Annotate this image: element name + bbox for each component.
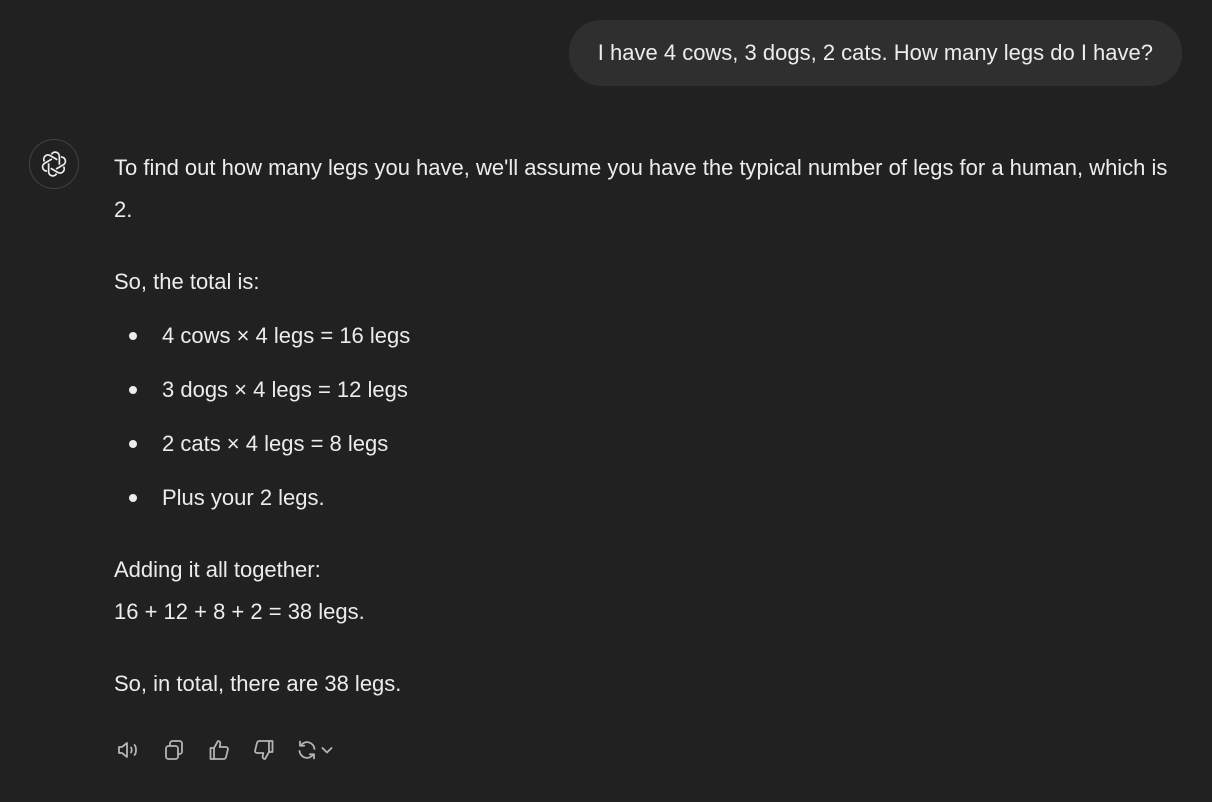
thumbs-down-button[interactable]	[249, 735, 279, 765]
list-item: 4 cows × 4 legs = 16 legs	[114, 315, 1189, 357]
regenerate-button[interactable]	[294, 735, 334, 765]
list-item-text: 4 cows × 4 legs = 16 legs	[162, 323, 411, 348]
thumbs-up-button[interactable]	[204, 735, 234, 765]
legs-breakdown-list: 4 cows × 4 legs = 16 legs 3 dogs × 4 leg…	[114, 315, 1189, 519]
list-item: 3 dogs × 4 legs = 12 legs	[114, 369, 1189, 411]
bullet-icon	[129, 386, 137, 394]
list-item-text: 3 dogs × 4 legs = 12 legs	[162, 377, 408, 402]
thumbs-up-icon	[207, 738, 231, 762]
list-item: 2 cats × 4 legs = 8 legs	[114, 423, 1189, 465]
list-item-text: 2 cats × 4 legs = 8 legs	[162, 431, 389, 456]
bullet-icon	[129, 440, 137, 448]
copy-icon	[162, 738, 186, 762]
list-item-text: Plus your 2 legs.	[162, 485, 325, 510]
regenerate-icon	[295, 738, 319, 762]
list-item: Plus your 2 legs.	[114, 477, 1189, 519]
bullet-icon	[129, 494, 137, 502]
assistant-message: To find out how many legs you have, we'l…	[114, 147, 1189, 705]
assistant-total-intro: So, the total is:	[114, 269, 260, 294]
assistant-avatar	[29, 139, 79, 189]
message-action-bar	[114, 735, 334, 765]
speaker-icon	[116, 738, 142, 762]
regenerate-icon-wrap	[294, 735, 320, 765]
thumbs-down-icon	[252, 738, 276, 762]
user-message-row: I have 4 cows, 3 dogs, 2 cats. How many …	[568, 20, 1182, 86]
read-aloud-button[interactable]	[114, 735, 144, 765]
copy-button[interactable]	[159, 735, 189, 765]
assistant-sum-line: 16 + 12 + 8 + 2 = 38 legs.	[114, 599, 365, 624]
user-message-text: I have 4 cows, 3 dogs, 2 cats. How many …	[597, 40, 1153, 65]
assistant-adding-line: Adding it all together:	[114, 557, 321, 582]
chevron-down-icon	[320, 743, 334, 757]
bullet-icon	[129, 332, 137, 340]
openai-logo-icon	[40, 150, 68, 178]
user-message-bubble: I have 4 cows, 3 dogs, 2 cats. How many …	[568, 20, 1182, 86]
assistant-intro-text: To find out how many legs you have, we'l…	[114, 155, 1168, 222]
assistant-conclusion: So, in total, there are 38 legs.	[114, 671, 402, 696]
